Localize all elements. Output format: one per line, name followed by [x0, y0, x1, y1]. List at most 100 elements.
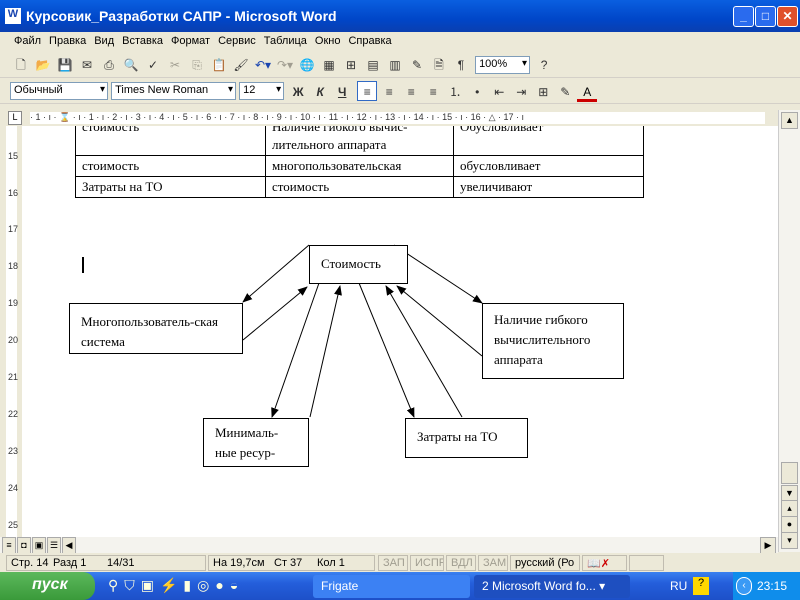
language-indicator[interactable]: RU	[670, 579, 687, 593]
task-frigate[interactable]: Frigate	[313, 575, 470, 598]
maximize-button[interactable]: □	[755, 6, 776, 27]
font-size-select[interactable]: 12	[239, 82, 285, 100]
web-view-icon[interactable]: ◘	[17, 537, 31, 554]
tab-selector-icon[interactable]: L	[8, 111, 22, 125]
status-language[interactable]: русский (Ро	[510, 555, 580, 571]
arrow	[309, 285, 342, 418]
vruler-label: 17	[8, 224, 19, 234]
diagram-box-right: Наличие гибкого вычислительного аппарата	[482, 303, 624, 379]
system-tray: ‹ 23:15	[733, 572, 800, 600]
normal-view-icon[interactable]: ≡	[2, 537, 16, 554]
horizontal-scrollbar[interactable]: ≡ ◘ ▣ ☰ ◀ ▶	[0, 537, 778, 554]
font-select[interactable]: Times New Roman	[111, 82, 237, 100]
help-tray-icon[interactable]: ?	[693, 577, 709, 595]
justify-icon[interactable]: ≡	[423, 82, 443, 102]
cut-icon[interactable]: ✂	[165, 55, 185, 75]
align-center-icon[interactable]: ≡	[379, 82, 399, 102]
preview-icon[interactable]: 🔍	[121, 55, 141, 75]
close-button[interactable]: ✕	[777, 6, 798, 27]
format-painter-icon[interactable]: 🖌	[231, 55, 251, 75]
vruler-label: 21	[8, 372, 19, 382]
zoom-select[interactable]: 100%	[475, 56, 531, 74]
email-icon[interactable]: ✉	[77, 55, 97, 75]
select-browse-object-button[interactable]: ●	[781, 516, 798, 533]
drawing-icon[interactable]: ✎	[407, 55, 427, 75]
insert-excel-icon[interactable]: ▤	[363, 55, 383, 75]
status-rec[interactable]: ЗАП	[378, 555, 408, 571]
status-pages: 14/31	[107, 557, 135, 569]
scroll-right-button[interactable]: ▶	[760, 537, 776, 554]
document-map-icon[interactable]: 🗎	[429, 55, 449, 75]
menu-format[interactable]: Формат	[167, 33, 214, 49]
vruler-label: 18	[8, 261, 19, 271]
document-area[interactable]: стоимость Наличие гибкого вычис-лительног…	[22, 126, 778, 537]
vertical-scrollbar[interactable]: ▲ ▼ ▴ ● ▾	[778, 110, 800, 552]
menu-table[interactable]: Таблица	[260, 33, 311, 49]
menu-tools[interactable]: Сервис	[214, 33, 260, 49]
menu-view[interactable]: Вид	[90, 33, 118, 49]
decrease-indent-icon[interactable]: ⇤	[489, 82, 509, 102]
arrow	[385, 285, 463, 418]
quick-launch-icons[interactable]: ⚲⛉▣⚡▮◎●◒	[108, 577, 244, 594]
status-track[interactable]: ИСПР	[410, 555, 444, 571]
spelling-icon[interactable]: ✓	[143, 55, 163, 75]
align-left-icon[interactable]: ≡	[357, 81, 378, 101]
next-page-button[interactable]: ▾	[781, 532, 798, 549]
new-icon[interactable]: 🗋	[11, 55, 31, 75]
show-formatting-icon[interactable]: ¶	[451, 55, 471, 75]
borders-icon[interactable]: ⊞	[533, 82, 553, 102]
formatting-toolbar: Обычный Times New Roman 12 ЖКЧ ≡≡≡≡⒈•⇤⇥⊞…	[0, 79, 800, 104]
menu-help[interactable]: Справка	[344, 33, 395, 49]
menu-insert[interactable]: Вставка	[118, 33, 167, 49]
scroll-left-button[interactable]: ◀	[62, 537, 76, 554]
status-empty	[629, 555, 664, 571]
bullets-icon[interactable]: •	[467, 82, 487, 102]
paste-icon[interactable]: 📋	[209, 55, 229, 75]
print-icon[interactable]: ⎙	[99, 55, 119, 75]
highlight-icon[interactable]: ✎	[555, 82, 575, 102]
status-overtype[interactable]: ЗАМ	[478, 555, 508, 571]
copy-icon[interactable]: ⎘	[187, 55, 207, 75]
prev-page-button[interactable]: ▴	[781, 500, 798, 517]
hyperlink-icon[interactable]: 🌐	[297, 55, 317, 75]
menu-edit[interactable]: Правка	[45, 33, 90, 49]
status-section: Разд 1	[53, 557, 87, 569]
align-right-icon[interactable]: ≡	[401, 82, 421, 102]
menu-window[interactable]: Окно	[311, 33, 345, 49]
vruler-label: 16	[8, 188, 19, 198]
columns-icon[interactable]: ▥	[385, 55, 405, 75]
redo-icon[interactable]: ↷▾	[275, 55, 295, 75]
numbering-icon[interactable]: ⒈	[445, 82, 465, 102]
style-select[interactable]: Обычный	[10, 82, 108, 100]
ruler-scale[interactable]: · 1 · ı · ⌛ · ı · 1 · ı · 2 · ı · 3 · ı …	[30, 112, 765, 124]
task-word[interactable]: 2 Microsoft Word fo... ▾	[474, 575, 630, 598]
insert-table-icon[interactable]: ⊞	[341, 55, 361, 75]
arrow	[358, 282, 415, 418]
minimize-button[interactable]: _	[733, 6, 754, 27]
open-icon[interactable]: 📂	[33, 55, 53, 75]
increase-indent-icon[interactable]: ⇥	[511, 82, 531, 102]
status-location: На 19,7см Ст 37 Кол 1	[208, 555, 375, 571]
clock: 23:15	[757, 579, 788, 593]
underline-button[interactable]: Ч	[332, 82, 352, 102]
print-layout-icon[interactable]: ▣	[32, 537, 46, 554]
save-icon[interactable]: 💾	[55, 55, 75, 75]
undo-icon[interactable]: ↶▾	[253, 55, 273, 75]
font-color-icon[interactable]: A	[577, 82, 598, 102]
title-bar: W Курсовик_Разработки САПР - Microsoft W…	[0, 0, 800, 32]
menu-file[interactable]: Файл	[10, 33, 45, 49]
spelling-status-icon[interactable]: 📖✗	[582, 555, 627, 571]
status-extend[interactable]: ВДЛ	[446, 555, 476, 571]
scroll-thumb[interactable]	[781, 462, 798, 484]
italic-button[interactable]: К	[310, 82, 330, 102]
bold-button[interactable]: Ж	[288, 82, 308, 102]
show-hidden-icons-button[interactable]: ‹	[736, 577, 752, 595]
tables-borders-icon[interactable]: ▦	[319, 55, 339, 75]
scroll-up-button[interactable]: ▲	[781, 112, 798, 129]
arrow	[271, 282, 320, 418]
menu-bar: Файл Правка Вид Вставка Формат Сервис Таблица О…	[0, 33, 800, 52]
start-button[interactable]: пуск	[0, 572, 95, 600]
vertical-ruler[interactable]: 15 16 17 18 19 20 21 22 23 24 25	[0, 126, 22, 537]
help-icon[interactable]: ?	[534, 55, 554, 75]
outline-view-icon[interactable]: ☰	[47, 537, 61, 554]
